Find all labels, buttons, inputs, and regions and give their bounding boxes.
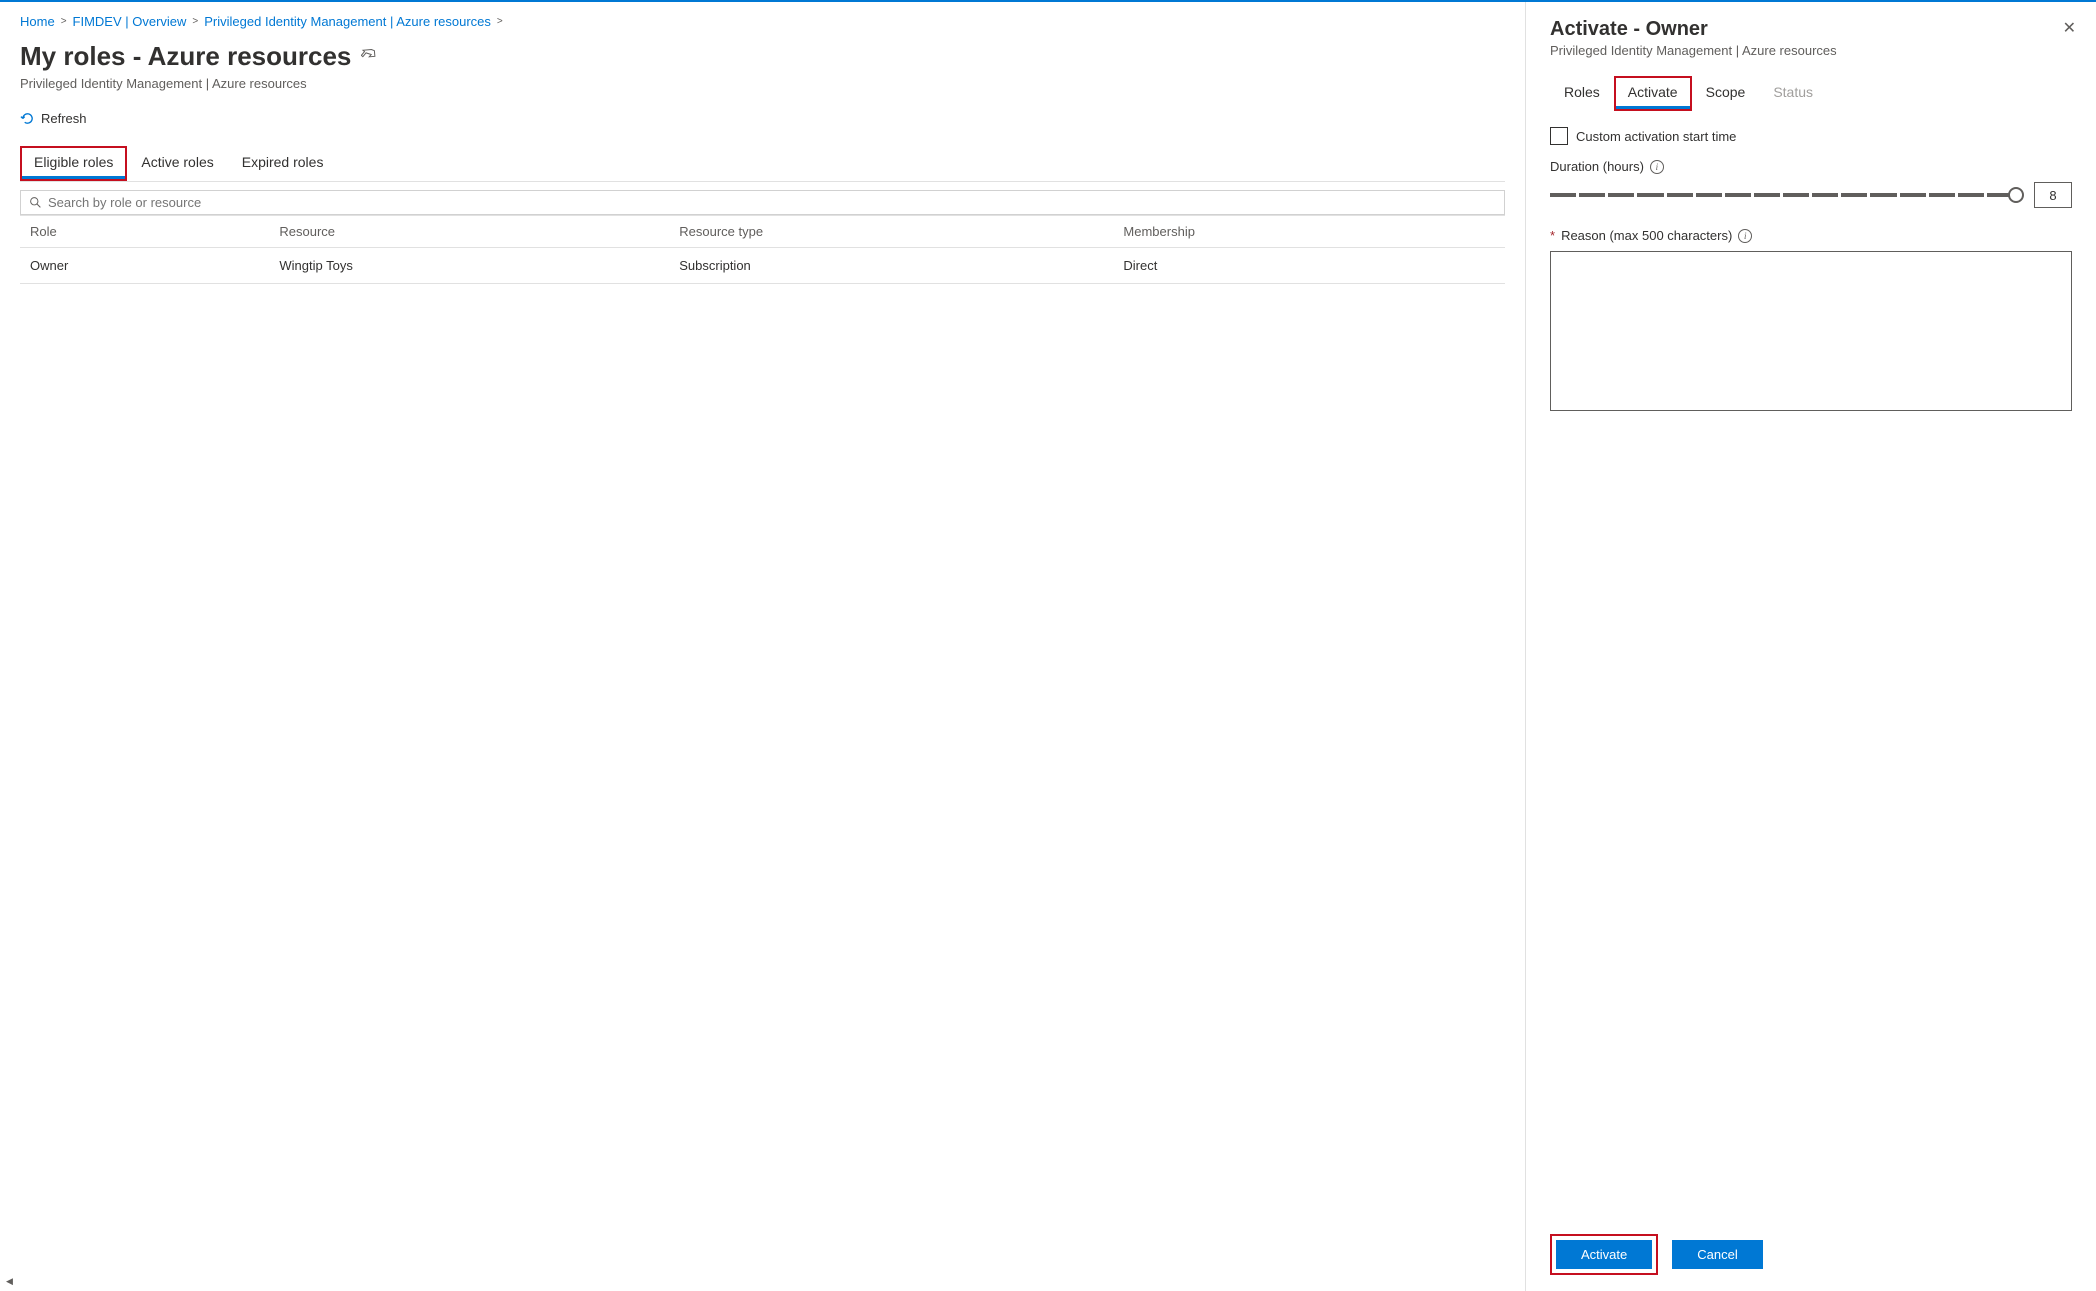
cell-role: Owner (20, 248, 269, 284)
table-row[interactable]: Owner Wingtip Toys Subscription Direct (20, 248, 1505, 284)
panel-title: Activate - Owner (1550, 18, 2072, 41)
reason-textarea[interactable] (1550, 251, 2072, 411)
toolbar: Refresh (20, 105, 1505, 132)
panel-tab-scope[interactable]: Scope (1692, 76, 1760, 108)
breadcrumb: Home > FIMDEV | Overview > Privileged Id… (20, 14, 1505, 29)
duration-slider-row: 8 (1550, 182, 2072, 208)
reason-label-row: * Reason (max 500 characters) i (1550, 228, 2072, 243)
duration-slider[interactable] (1550, 184, 2024, 206)
cell-resource-type: Subscription (669, 248, 1113, 284)
tab-active-roles[interactable]: Active roles (127, 146, 227, 181)
main-content: Home > FIMDEV | Overview > Privileged Id… (0, 2, 1526, 1291)
refresh-button[interactable]: Refresh (20, 111, 87, 126)
panel-tab-status: Status (1759, 76, 1827, 108)
panel-tab-highlight-activate: Activate (1614, 76, 1692, 111)
panel-footer: Activate Cancel (1550, 1218, 2072, 1275)
activate-panel: ✕ Activate - Owner Privileged Identity M… (1526, 2, 2096, 1291)
activate-button-highlight: Activate (1550, 1234, 1658, 1275)
breadcrumb-home[interactable]: Home (20, 14, 55, 29)
page-title: My roles - Azure resources (20, 41, 351, 72)
refresh-label: Refresh (41, 111, 87, 126)
cell-resource: Wingtip Toys (269, 248, 669, 284)
search-icon (29, 196, 42, 209)
custom-start-checkbox[interactable] (1550, 127, 1568, 145)
activate-button[interactable]: Activate (1556, 1240, 1652, 1269)
tab-expired-roles[interactable]: Expired roles (228, 146, 338, 181)
close-icon[interactable]: ✕ (2063, 18, 2076, 38)
panel-tab-roles[interactable]: Roles (1550, 76, 1614, 108)
table-header-row: Role Resource Resource type Membership (20, 216, 1505, 248)
panel-tab-activate[interactable]: Activate (1616, 78, 1690, 109)
panel-subtitle: Privileged Identity Management | Azure r… (1550, 43, 2072, 58)
chevron-right-icon: > (61, 16, 67, 27)
reason-label: Reason (max 500 characters) (1561, 228, 1732, 243)
roles-table: Role Resource Resource type Membership O… (20, 215, 1505, 284)
custom-start-row: Custom activation start time (1550, 127, 2072, 145)
col-membership[interactable]: Membership (1113, 216, 1505, 248)
info-icon[interactable]: i (1738, 229, 1752, 243)
col-role[interactable]: Role (20, 216, 269, 248)
col-resource-type[interactable]: Resource type (669, 216, 1113, 248)
main-tabs: Eligible roles Active roles Expired role… (20, 146, 1505, 182)
col-resource[interactable]: Resource (269, 216, 669, 248)
duration-value[interactable]: 8 (2034, 182, 2072, 208)
refresh-icon (20, 111, 35, 126)
breadcrumb-pim[interactable]: Privileged Identity Management | Azure r… (204, 14, 491, 29)
tab-highlight-eligible: Eligible roles (20, 146, 127, 181)
panel-tabs: Roles Activate Scope Status (1550, 76, 2072, 111)
duration-label: Duration (hours) (1550, 159, 1644, 174)
search-row[interactable] (20, 190, 1505, 215)
cell-membership: Direct (1113, 248, 1505, 284)
page-header: My roles - Azure resources (20, 41, 1505, 72)
chevron-right-icon: > (192, 16, 198, 27)
cancel-button[interactable]: Cancel (1672, 1240, 1762, 1269)
breadcrumb-fimdev[interactable]: FIMDEV | Overview (73, 14, 187, 29)
page-subtitle: Privileged Identity Management | Azure r… (20, 76, 1505, 91)
slider-thumb[interactable] (2008, 187, 2024, 203)
pin-icon[interactable] (361, 46, 377, 67)
search-input[interactable] (48, 195, 1496, 210)
chevron-right-icon: > (497, 16, 503, 27)
duration-label-row: Duration (hours) i (1550, 159, 2072, 174)
tab-eligible-roles[interactable]: Eligible roles (22, 148, 125, 179)
info-icon[interactable]: i (1650, 160, 1664, 174)
scroll-left-icon[interactable]: ◀ (6, 1276, 13, 1287)
required-indicator: * (1550, 228, 1555, 243)
custom-start-label: Custom activation start time (1576, 129, 1736, 144)
